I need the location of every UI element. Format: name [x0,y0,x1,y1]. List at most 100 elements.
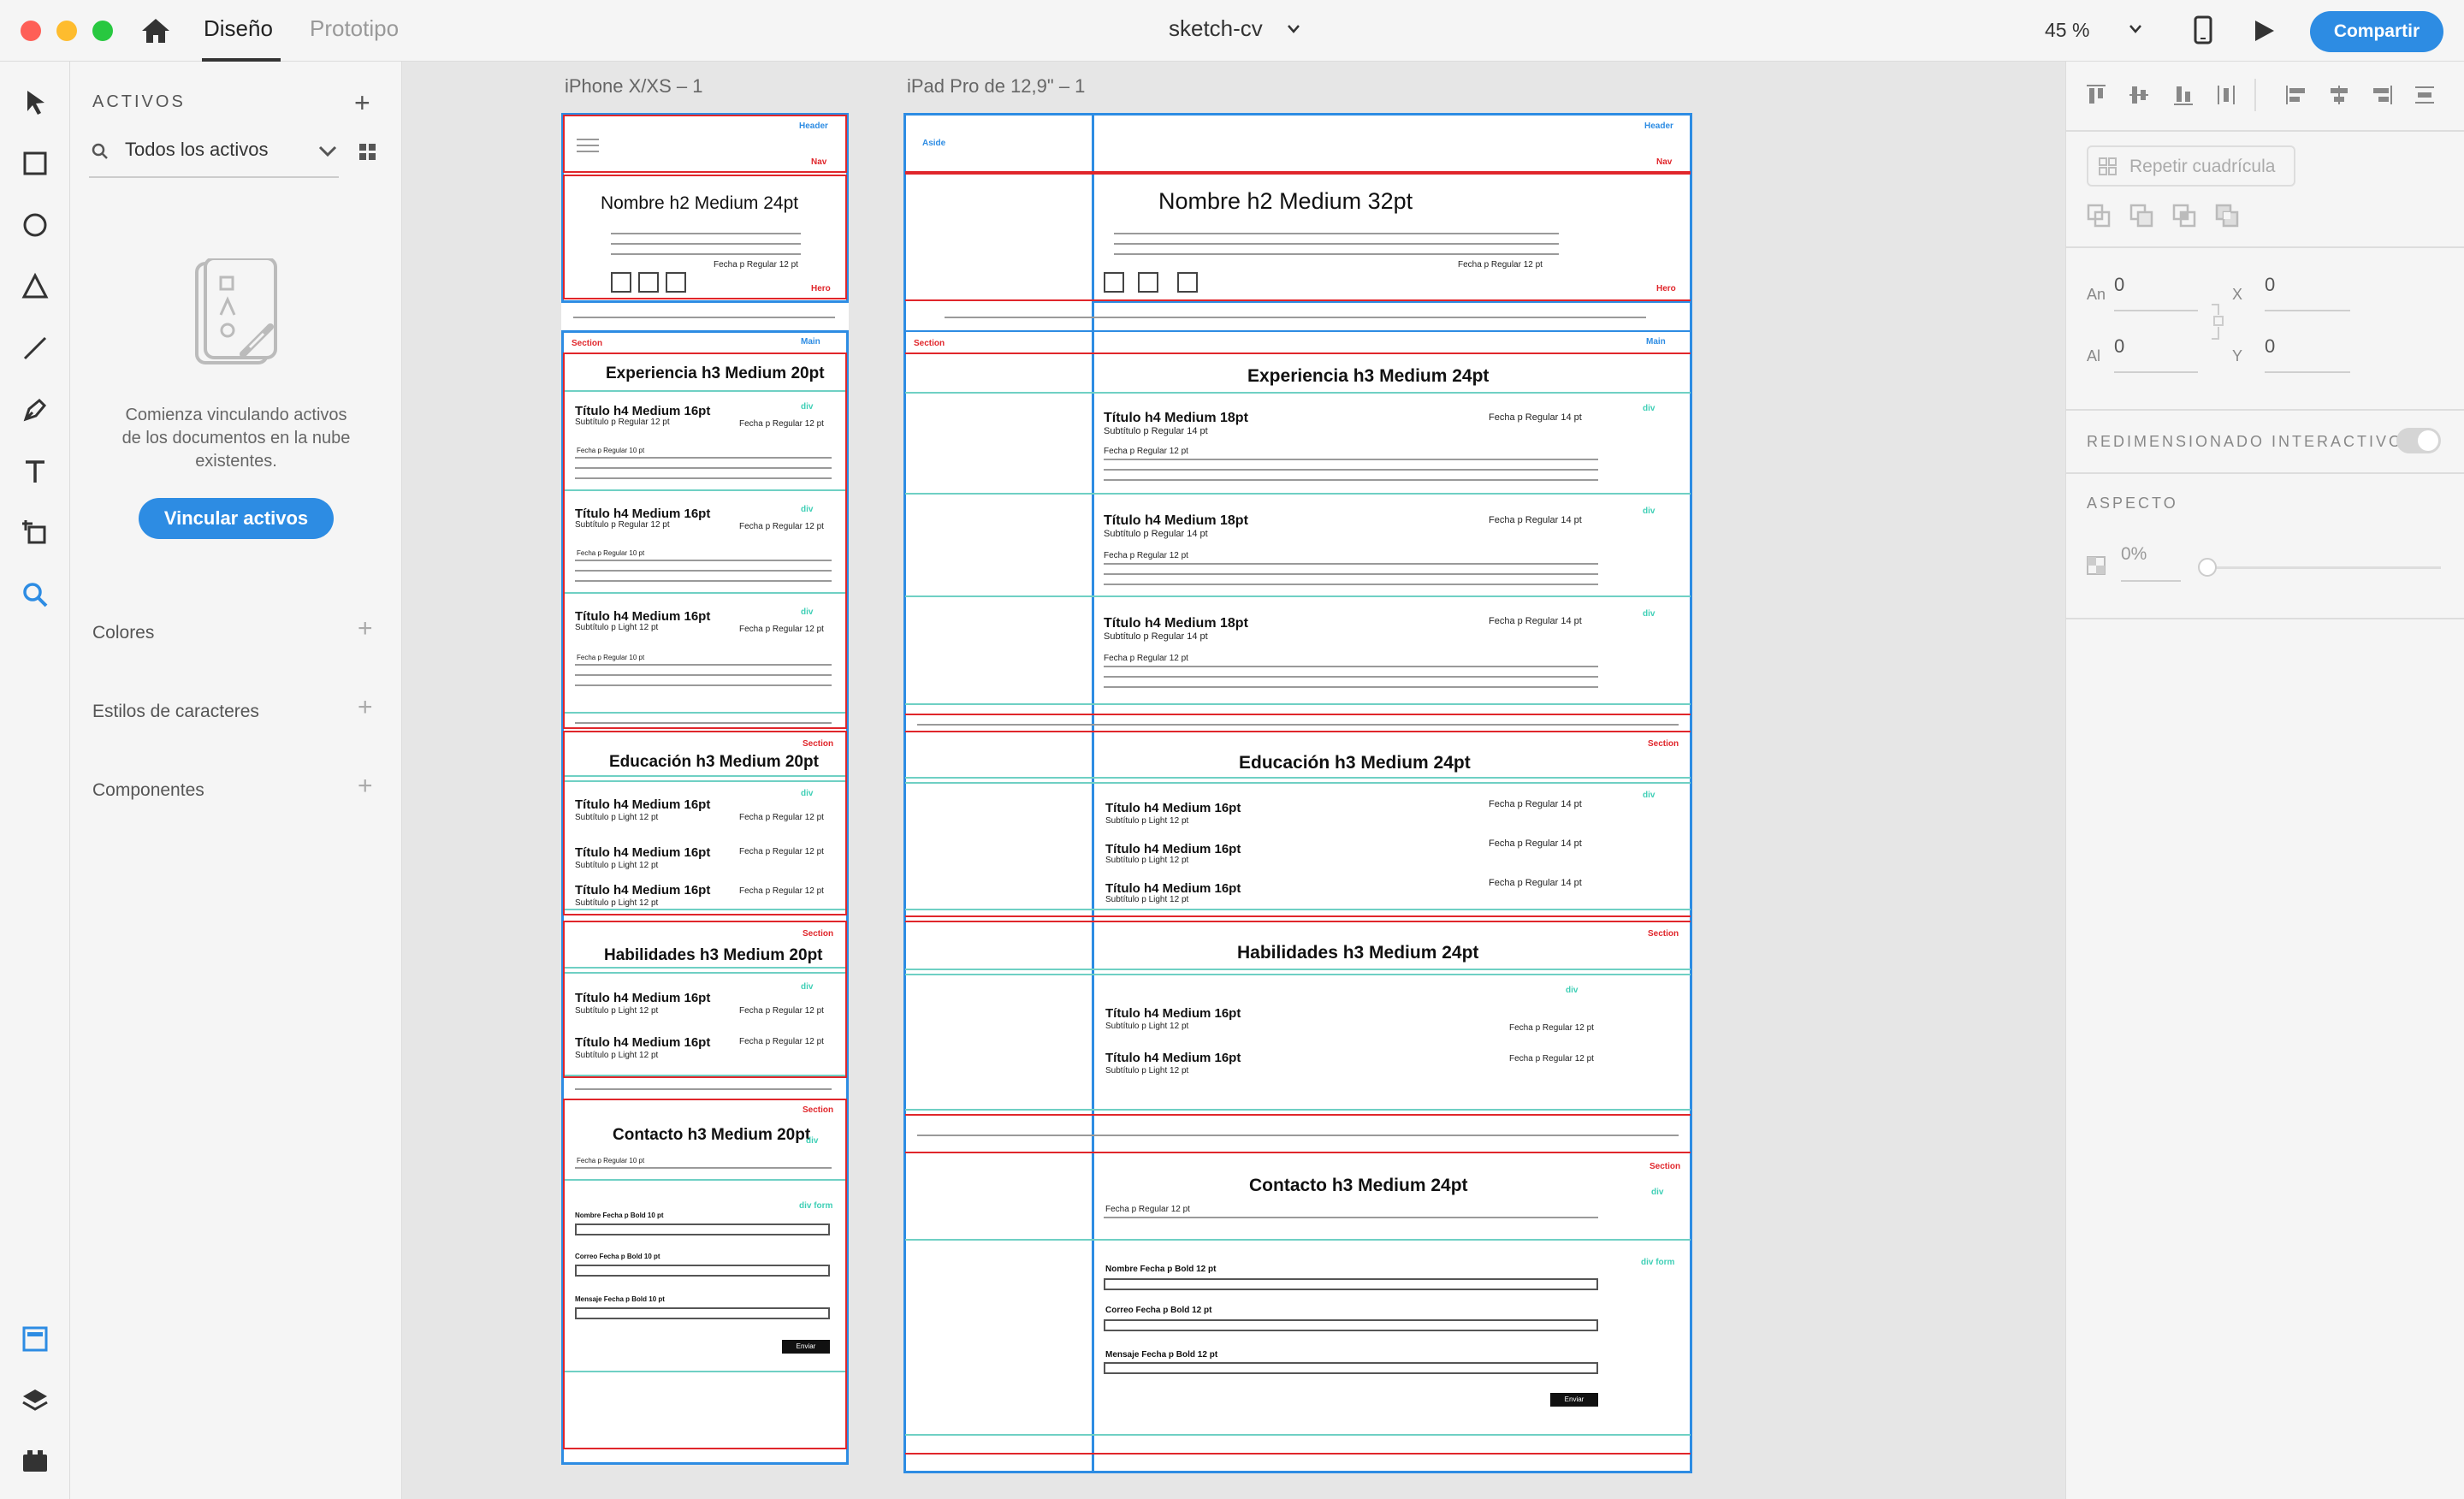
edu-item-title: Título h4 Medium 16pt [575,797,711,812]
lock-aspect-icon[interactable] [2210,303,2227,341]
divider [575,722,832,724]
device-preview-icon[interactable] [2194,15,2212,44]
close-window-button[interactable] [21,21,41,41]
form-message-label: Mensaje Fecha p Bold 10 pt [575,1295,665,1303]
home-icon[interactable] [140,17,171,44]
ipad-send-button[interactable]: Enviar [1550,1393,1598,1407]
add-asset-icon[interactable]: + [354,87,370,119]
ipad-name-input[interactable] [1104,1278,1598,1290]
tab-prototype[interactable]: Prototipo [310,15,399,42]
ipad-section-label: Section [914,339,945,348]
green-guide [565,712,845,714]
zoom-tool-icon[interactable] [21,580,50,609]
assets-filter-select[interactable]: Todos los activos [125,139,269,161]
message-input[interactable] [575,1307,830,1319]
exp-item-date: Fecha p Regular 12 pt [739,625,824,634]
distribute-horizontal-icon[interactable] [2414,84,2436,106]
iphone-artboard[interactable]: Header Nav Nombre h2 Medium 24pt Fecha p… [561,113,849,1465]
name-input[interactable] [575,1223,830,1235]
boolean-subtract-icon[interactable] [2129,204,2155,229]
ipad-exp-item-title: Título h4 Medium 18pt [1104,411,1248,425]
send-button[interactable]: Enviar [782,1340,830,1354]
ipad-message-input[interactable] [1104,1362,1598,1374]
document-title[interactable]: sketch-cv [1169,15,1263,42]
ellipse-tool-icon[interactable] [21,210,50,240]
iphone-nav-label: Nav [811,157,827,167]
zoom-chevron-icon[interactable] [2129,24,2142,34]
iphone-header-label: Header [799,121,828,131]
text-line [1104,584,1598,585]
assets-panel-icon[interactable] [21,1324,50,1354]
green-guide [565,1075,845,1076]
height-label: Al [2087,347,2101,364]
ipad-exp-item-date: Fecha p Regular 14 pt [1489,616,1582,626]
iphone-exp-title: Experiencia h3 Medium 20pt [606,364,825,382]
align-middle-icon[interactable] [2128,84,2150,106]
ipad-email-input[interactable] [1104,1319,1598,1331]
polygon-tool-icon[interactable] [21,272,50,301]
skill-item-sub: Subtítulo p Light 12 pt [575,1051,659,1060]
align-bottom-icon[interactable] [2172,84,2194,106]
boolean-add-icon[interactable] [2087,204,2112,229]
plugins-icon[interactable] [21,1446,50,1475]
boolean-intersect-icon[interactable] [2172,204,2198,229]
line-tool-icon[interactable] [21,334,50,363]
opacity-icon [2087,556,2106,575]
canvas[interactable]: iPhone X/XS – 1 Header Nav Nombre h2 Med… [402,62,2065,1499]
div-form-label: div form [799,1201,833,1211]
opacity-slider-handle[interactable] [2198,558,2217,577]
align-top-icon[interactable] [2085,84,2107,106]
boolean-exclude-icon[interactable] [2215,204,2241,229]
iphone-artboard-label[interactable]: iPhone X/XS – 1 [565,75,702,98]
interactive-resize-toggle[interactable] [2396,428,2441,453]
ipad-artboard[interactable]: Aside Header Nav Nombre h2 Medium 32pt F… [903,113,1692,1473]
green-guide [565,909,845,910]
add-component-icon[interactable]: + [358,772,373,801]
zoom-level[interactable]: 45 % [2045,19,2089,42]
opacity-field[interactable]: 0% [2121,544,2181,582]
text-line [1104,459,1598,460]
height-field[interactable]: 0 [2114,335,2198,373]
artboard-tool-icon[interactable] [21,518,50,548]
rectangle-tool-icon[interactable] [21,149,50,178]
y-field[interactable]: 0 [2265,335,2350,373]
align-right-icon[interactable] [2371,84,2393,106]
width-field[interactable]: 0 [2114,274,2198,311]
layers-icon[interactable] [21,1386,50,1415]
share-button[interactable]: Compartir [2310,11,2443,52]
align-center-icon[interactable] [2328,84,2350,106]
text-tool-icon[interactable] [21,457,50,486]
minimize-window-button[interactable] [56,21,77,41]
repeat-grid-button[interactable]: Repetir cuadrícula [2087,145,2295,187]
iphone-hero-date: Fecha p Regular 12 pt [714,260,798,270]
add-char-style-icon[interactable]: + [358,693,373,722]
colors-section[interactable]: Colores [92,623,154,643]
link-assets-button[interactable]: Vincular activos [139,498,334,539]
play-icon[interactable] [2254,19,2276,43]
ipad-artboard-label[interactable]: iPad Pro de 12,9" – 1 [907,75,1085,98]
pen-tool-icon[interactable] [21,395,50,424]
text-line [575,664,832,666]
maximize-window-button[interactable] [92,21,113,41]
filter-chevron-icon[interactable] [318,145,337,157]
add-color-icon[interactable]: + [358,614,373,643]
x-field[interactable]: 0 [2265,274,2350,311]
skill-item-title: Título h4 Medium 16pt [575,1035,711,1050]
chevron-down-icon[interactable] [1287,24,1300,34]
filter-underline [89,176,339,178]
ipad-form-email-label: Correo Fecha p Bold 12 pt [1105,1306,1212,1315]
ipad-form-name-label: Nombre Fecha p Bold 12 pt [1105,1265,1217,1274]
opacity-slider-track[interactable] [2205,566,2441,569]
grid-view-icon[interactable] [359,144,376,161]
select-tool-icon[interactable] [21,87,50,116]
divider [917,1135,1679,1136]
section-label: Section [1648,739,1679,749]
components-section[interactable]: Componentes [92,780,204,801]
ipad-exp-small-date: Fecha p Regular 12 pt [1104,654,1188,663]
tab-design[interactable]: Diseño [204,15,273,42]
char-styles-section[interactable]: Estilos de caracteres [92,702,259,722]
email-input[interactable] [575,1265,830,1277]
align-left-icon[interactable] [2285,84,2307,106]
distribute-vertical-icon[interactable] [2215,84,2237,106]
ipad-edu-item-title: Título h4 Medium 16pt [1105,842,1241,856]
